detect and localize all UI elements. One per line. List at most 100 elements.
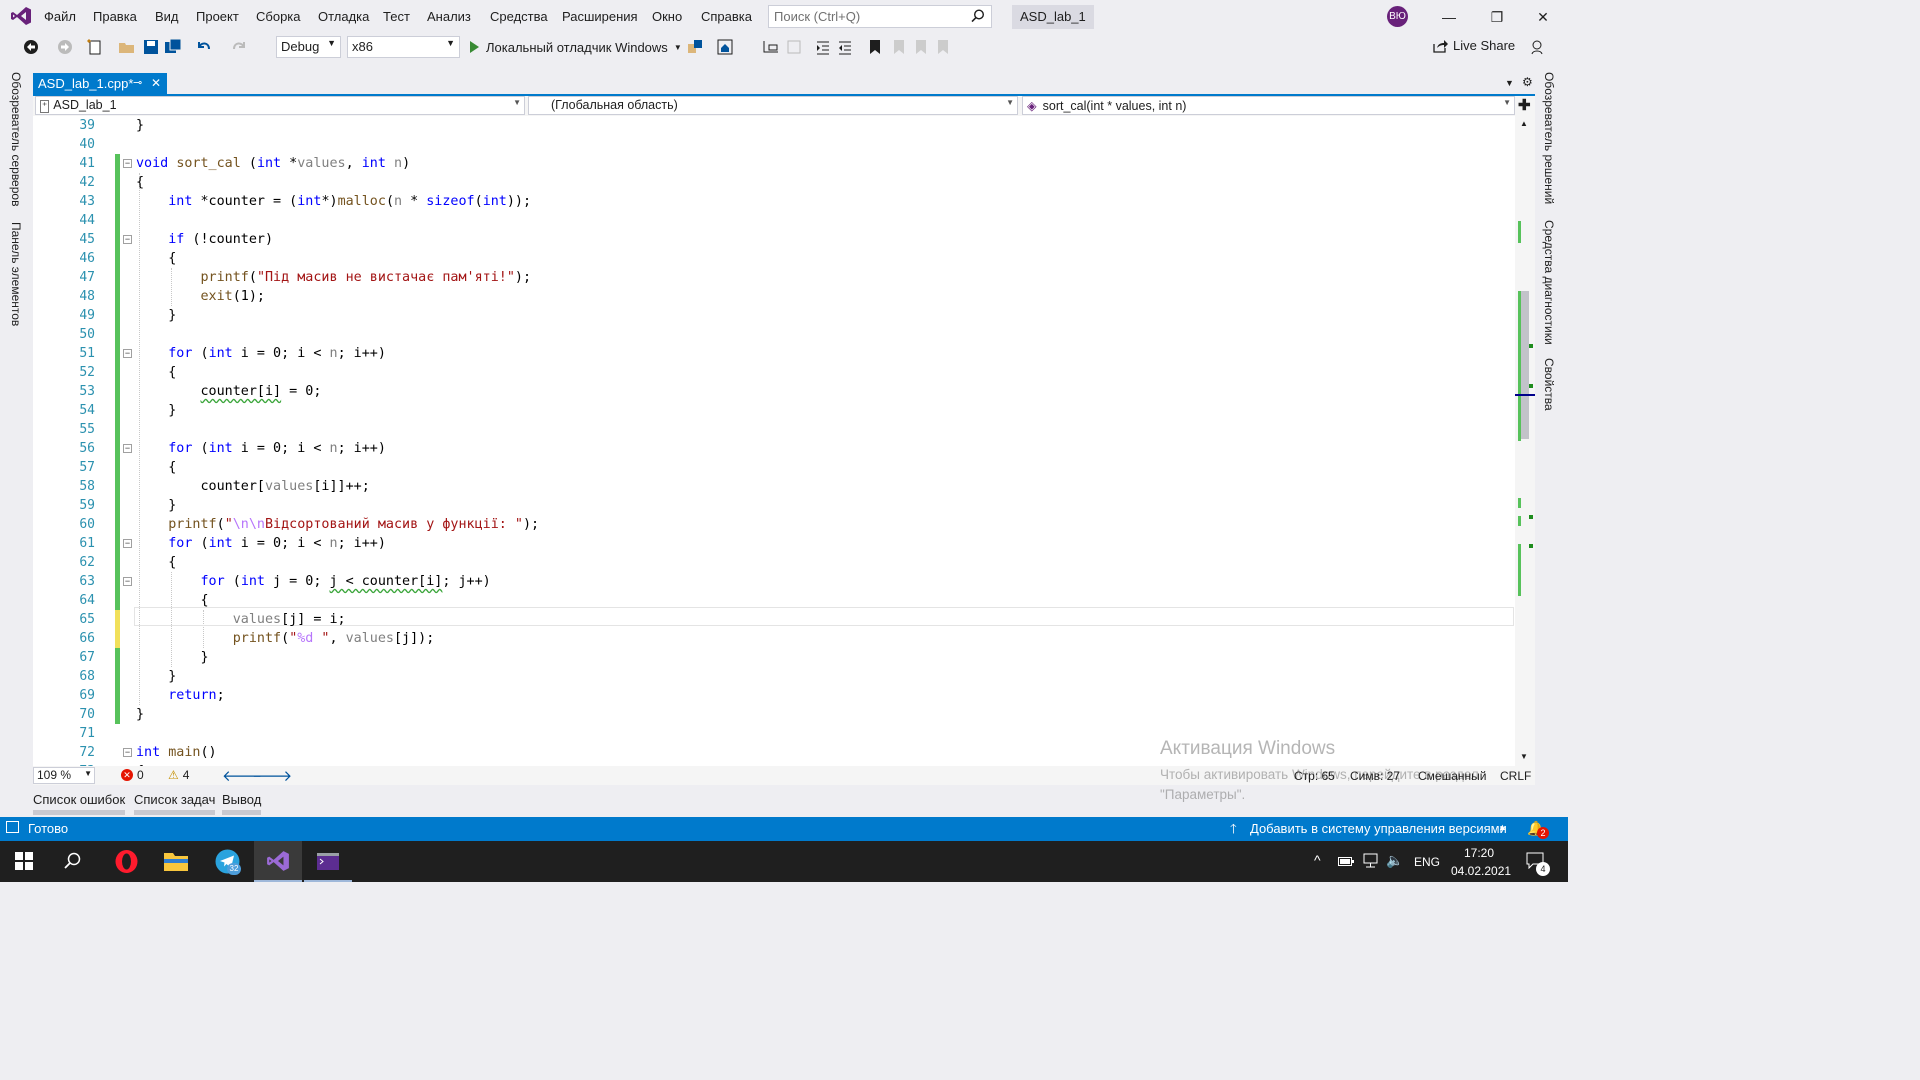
- zoom-select[interactable]: 109 % ▼: [33, 767, 95, 784]
- menu-window[interactable]: Окно: [652, 9, 682, 24]
- next-issue-arrow-icon[interactable]: 🡒: [252, 766, 292, 785]
- navigate-back-icon[interactable]: [22, 38, 40, 56]
- indent-icon[interactable]: [814, 38, 832, 56]
- taskbar-opera[interactable]: [102, 841, 150, 882]
- configuration-select[interactable]: Debug ▼: [276, 36, 341, 58]
- collapse-icon[interactable]: −: [123, 748, 132, 757]
- maximize-button[interactable]: ❐: [1474, 4, 1520, 30]
- tab-solution-explorer[interactable]: Обозреватель решений: [1542, 72, 1556, 212]
- tab-error-list[interactable]: Список ошибок: [33, 792, 126, 815]
- output-window-icon[interactable]: [6, 821, 19, 833]
- collapse-icon[interactable]: −: [123, 577, 132, 586]
- new-project-icon[interactable]: [86, 38, 104, 56]
- tab-properties[interactable]: Свойства: [1542, 358, 1556, 418]
- taskbar-search-icon[interactable]: [64, 852, 82, 870]
- tab-list-dropdown-icon[interactable]: ▼: [1505, 78, 1514, 88]
- step-icon[interactable]: [762, 38, 780, 56]
- chevron-up-icon[interactable]: ▲: [1498, 822, 1507, 832]
- tab-task-list[interactable]: Список задач: [134, 792, 216, 815]
- start-debugging-button[interactable]: Локальный отладчик Windows ▼: [468, 36, 682, 58]
- document-tab[interactable]: ASD_lab_1.cpp* ⊸ ✕: [33, 73, 167, 94]
- battery-icon[interactable]: [1338, 855, 1354, 867]
- scroll-up-icon[interactable]: ▲: [1520, 119, 1528, 128]
- tab-output[interactable]: Вывод: [222, 792, 262, 815]
- member-dropdown[interactable]: ◈ sort_cal(int * values, int n) ▼: [1022, 96, 1515, 115]
- volume-icon[interactable]: 🔈: [1386, 852, 1403, 869]
- collapse-icon[interactable]: −: [123, 349, 132, 358]
- windows-start-icon[interactable]: [15, 852, 33, 870]
- eol-indicator[interactable]: CRLF: [1500, 769, 1531, 783]
- warning-marker: [1529, 344, 1533, 348]
- char-indicator[interactable]: Симв: 27: [1350, 769, 1400, 783]
- save-all-icon[interactable]: [164, 38, 182, 56]
- line-ending-mode[interactable]: Смешанный: [1418, 769, 1486, 783]
- tab-diagnostic-tools[interactable]: Средства диагностики: [1542, 220, 1556, 350]
- step-disabled-icon[interactable]: [785, 38, 803, 56]
- input-language[interactable]: ENG: [1414, 855, 1440, 869]
- collapse-icon[interactable]: −: [123, 539, 132, 548]
- add-to-source-control[interactable]: Добавить в систему управления версиями: [1250, 821, 1507, 836]
- avatar[interactable]: ВЮ: [1387, 6, 1408, 27]
- search-icon[interactable]: [971, 9, 985, 23]
- undo-icon[interactable]: [195, 38, 213, 56]
- menu-view[interactable]: Вид: [155, 9, 179, 24]
- bookmark-icon[interactable]: [866, 38, 884, 56]
- minimize-button[interactable]: —: [1426, 4, 1472, 30]
- menu-project[interactable]: Проект: [196, 9, 239, 24]
- gear-icon[interactable]: ⚙: [1522, 75, 1533, 89]
- previous-bookmark-icon[interactable]: [890, 38, 908, 56]
- next-bookmark-icon[interactable]: [912, 38, 930, 56]
- menu-test[interactable]: Тест: [383, 9, 410, 24]
- solution-explorer-home-icon[interactable]: [716, 38, 734, 56]
- close-window-button[interactable]: ✕: [1520, 4, 1566, 30]
- taskbar-telegram[interactable]: 32: [203, 841, 251, 882]
- live-share-button[interactable]: Live Share: [1432, 38, 1515, 53]
- vertical-scrollbar[interactable]: ▲ ▼: [1515, 116, 1535, 766]
- collapse-icon[interactable]: −: [123, 159, 132, 168]
- warnings-indicator[interactable]: ⚠ 4: [168, 768, 189, 782]
- clear-bookmarks-icon[interactable]: [934, 38, 952, 56]
- taskbar-file-explorer[interactable]: [152, 841, 200, 882]
- redo-icon[interactable]: [230, 38, 248, 56]
- taskbar-console[interactable]: [304, 841, 352, 882]
- open-file-icon[interactable]: [118, 38, 136, 56]
- tab-toolbox[interactable]: Панель элементов: [9, 222, 23, 332]
- outdent-icon[interactable]: [836, 38, 854, 56]
- line-number: 61: [79, 536, 95, 551]
- navigate-forward-icon[interactable]: [56, 38, 74, 56]
- tab-server-explorer[interactable]: Обозреватель серверов: [9, 72, 23, 212]
- feedback-icon[interactable]: [1530, 38, 1548, 56]
- split-window-icon[interactable]: ✚: [1518, 96, 1531, 114]
- chevron-down-icon[interactable]: ▼: [674, 43, 682, 52]
- menu-build[interactable]: Сборка: [256, 9, 301, 24]
- collapse-icon[interactable]: −: [123, 235, 132, 244]
- project-dropdown[interactable]: ⁺ ASD_lab_1 ▼: [35, 96, 525, 115]
- pin-icon[interactable]: ⊸: [133, 76, 142, 89]
- taskbar-visual-studio[interactable]: [254, 841, 302, 882]
- search-box[interactable]: [768, 5, 992, 28]
- close-tab-icon[interactable]: ✕: [151, 76, 161, 90]
- menu-debug[interactable]: Отладка: [318, 9, 369, 24]
- line-indicator[interactable]: Стр: 65: [1294, 769, 1335, 783]
- platform-select[interactable]: x86 ▼: [347, 36, 460, 58]
- clock-date[interactable]: 04.02.2021: [1451, 864, 1511, 878]
- menu-extensions[interactable]: Расширения: [562, 9, 638, 24]
- menu-file[interactable]: Файл: [44, 9, 76, 24]
- show-hidden-icons-icon[interactable]: ^: [1314, 852, 1321, 868]
- search-input[interactable]: [769, 6, 959, 27]
- menu-edit[interactable]: Правка: [93, 9, 137, 24]
- browse-icon[interactable]: [686, 38, 704, 56]
- code-editor[interactable]: 39 40 41 42 43 44 45 46 47 48 49 50 51 5…: [33, 116, 1515, 766]
- errors-indicator[interactable]: ✕ 0: [121, 768, 144, 782]
- menu-analyze[interactable]: Анализ: [427, 9, 471, 24]
- clock-time[interactable]: 17:20: [1464, 846, 1494, 860]
- collapse-icon[interactable]: −: [123, 444, 132, 453]
- scroll-down-icon[interactable]: ▼: [1520, 752, 1528, 761]
- line-number: 48: [79, 289, 95, 304]
- line-number: 70: [79, 707, 95, 722]
- menu-help[interactable]: Справка: [701, 9, 752, 24]
- menu-tools[interactable]: Средства: [490, 9, 548, 24]
- network-icon[interactable]: [1362, 853, 1379, 868]
- save-icon[interactable]: [142, 38, 160, 56]
- scope-dropdown[interactable]: (Глобальная область) ▼: [528, 96, 1018, 115]
